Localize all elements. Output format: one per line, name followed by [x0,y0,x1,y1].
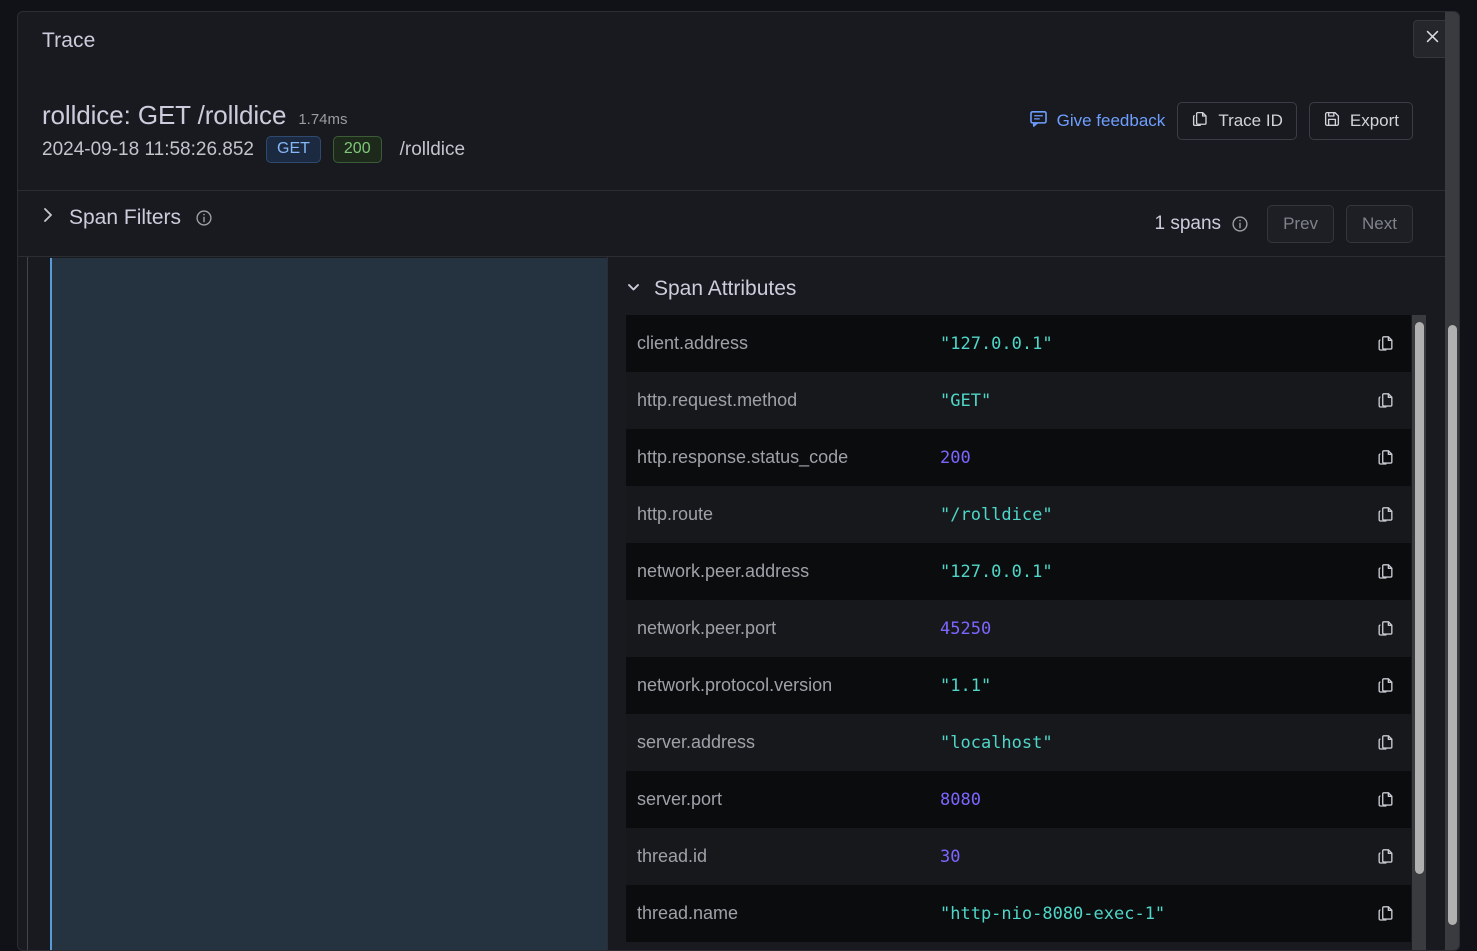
attribute-value: "/rolldice" [940,504,1053,525]
export-button[interactable]: Export [1308,102,1413,140]
selected-span-row[interactable] [50,258,607,950]
attribute-key: network.protocol.version [637,675,833,695]
attribute-row: server.address "localhost" [626,714,1411,771]
attributes-scrollbar-thumb[interactable] [1415,322,1424,874]
copy-icon[interactable] [1359,790,1411,809]
copy-icon[interactable] [1359,505,1411,524]
attribute-row: http.route "/rolldice" [626,486,1411,543]
span-attributes-toggle[interactable]: Span Attributes [626,277,796,301]
attribute-key: http.response.status_code [637,447,849,467]
attribute-value: "127.0.0.1" [940,561,1053,582]
attribute-key: thread.id [637,846,708,866]
span-attributes-label: Span Attributes [654,277,797,300]
attribute-value: 200 [940,447,971,468]
attribute-value: 45250 [940,618,992,639]
page-title: Trace [42,29,96,52]
attribute-value: "127.0.0.1" [940,333,1053,354]
attribute-key: network.peer.address [637,561,810,581]
dialog-scrollbar[interactable] [1445,12,1459,950]
copy-icon [1191,110,1209,133]
span-attributes-table: client.address "127.0.0.1" http.request.me… [626,315,1411,942]
spans-info-icon[interactable] [1231,215,1249,233]
waterfall-gutter [27,257,28,950]
trace-header: rolldice: GET /rolldice 1.74ms 2024-09-1… [18,74,1459,191]
attribute-key: network.peer.port [637,618,777,638]
copy-icon[interactable] [1359,391,1411,410]
dialog-titlebar: Trace [18,12,1459,74]
attribute-value: "localhost" [940,732,1053,753]
save-disk-icon [1323,110,1341,133]
attribute-value: 30 [940,846,961,867]
header-actions: Give feedback Trace ID Export [1029,102,1413,140]
http-method-badge: GET [266,136,321,163]
status-code-badge: 200 [332,136,382,163]
attribute-row: client.address "127.0.0.1" [626,315,1411,372]
copy-icon[interactable] [1359,562,1411,581]
span-filters-toggle[interactable]: Span Filters [42,205,213,230]
next-span-button[interactable]: Next [1346,205,1413,243]
trace-meta-row: 2024-09-18 11:58:26.852 GET 200 /rolldic… [42,136,465,163]
copy-icon[interactable] [1359,448,1411,467]
attribute-key: server.address [637,732,756,752]
attribute-row: network.protocol.version "1.1" [626,657,1411,714]
attribute-row: network.peer.address "127.0.0.1" [626,543,1411,600]
spans-count: 1 spans [1154,213,1222,234]
trace-duration: 1.74ms [298,111,348,128]
trace-route: /rolldice [399,138,466,160]
attribute-key: http.route [637,504,714,524]
attribute-value: "http-nio-8080-exec-1" [940,903,1166,924]
attribute-key: server.port [637,789,723,809]
trace-body: Span Attributes client.address "127.0.0.1… [18,257,1459,950]
attribute-value: "GET" [940,390,992,411]
attributes-scrollbar[interactable] [1412,315,1426,950]
chevron-down-icon [626,280,641,298]
span-filters-label: Span Filters [69,205,182,229]
give-feedback-link[interactable]: Give feedback [1029,109,1166,133]
give-feedback-label: Give feedback [1056,111,1166,130]
copy-icon[interactable] [1359,904,1411,923]
trace-name-row: rolldice: GET /rolldice 1.74ms [42,100,348,131]
attribute-row: server.port 8080 [626,771,1411,828]
attribute-row: thread.name "http-nio-8080-exec-1" [626,885,1411,942]
export-label: Export [1349,111,1399,130]
attribute-key: http.request.method [637,390,798,410]
trace-id-label: Trace ID [1218,111,1283,130]
attribute-value: 8080 [940,789,981,810]
copy-icon[interactable] [1359,619,1411,638]
trace-timestamp: 2024-09-18 11:58:26.852 [42,138,254,160]
trace-name: rolldice: GET /rolldice [42,100,287,130]
comment-icon [1029,109,1048,133]
attribute-key: client.address [637,333,749,353]
attribute-row: http.response.status_code 200 [626,429,1411,486]
copy-icon[interactable] [1359,676,1411,695]
info-icon[interactable] [195,209,213,227]
prev-span-button[interactable]: Prev [1267,205,1335,243]
close-icon [1424,28,1441,50]
span-detail-panel: Span Attributes client.address "127.0.0.1… [609,257,1459,950]
attribute-row: network.peer.port 45250 [626,600,1411,657]
trace-waterfall-panel [18,257,608,950]
dialog-scrollbar-thumb[interactable] [1448,325,1457,925]
attribute-row: http.request.method "GET" [626,372,1411,429]
copy-icon[interactable] [1359,733,1411,752]
trace-dialog: Trace rolldice: GET /rolldice 1.74ms 202… [17,11,1460,951]
copy-icon[interactable] [1359,334,1411,353]
trace-id-button[interactable]: Trace ID [1177,102,1297,140]
attribute-row: thread.id 30 [626,828,1411,885]
span-pagination: 1 spans Prev Next [1155,205,1413,243]
chevron-right-icon [42,205,55,230]
attribute-value: "1.1" [940,675,992,696]
attribute-key: thread.name [637,903,739,923]
span-filter-bar: Span Filters 1 spans Prev Next [18,191,1459,257]
span-attributes-scroll-area: client.address "127.0.0.1" http.request.me… [626,315,1426,950]
copy-icon[interactable] [1359,847,1411,866]
